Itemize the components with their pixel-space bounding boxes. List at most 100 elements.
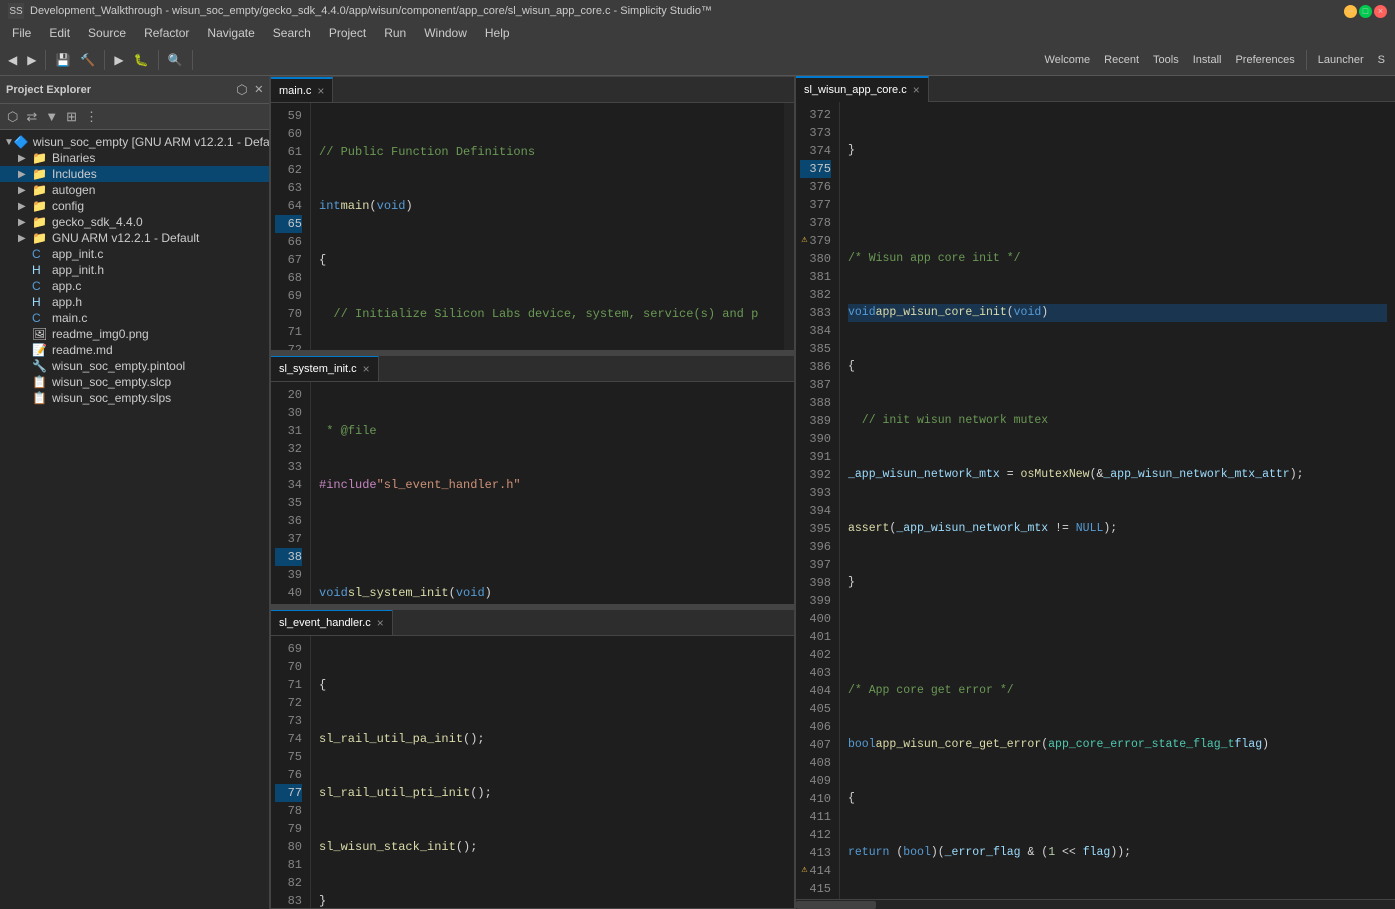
menu-refactor[interactable]: Refactor	[136, 24, 197, 42]
titlebar: SS Development_Walkthrough - wisun_soc_e…	[0, 0, 1395, 22]
right-panel-hscroll-thumb[interactable]	[796, 901, 876, 909]
sl-wisun-app-core-code-lines[interactable]: } /* Wisun app core init */ void app_wis…	[840, 102, 1395, 899]
tree-item-slcp[interactable]: 📋 wisun_soc_empty.slcp	[0, 374, 269, 390]
tree-item-binaries[interactable]: ▶ 📁 Binaries	[0, 150, 269, 166]
file-icon-readme-md: 📝	[32, 343, 48, 357]
toolbar-recent[interactable]: Recent	[1098, 54, 1145, 66]
sl-system-init-code-lines[interactable]: * @file #include "sl_event_handler.h" vo…	[311, 382, 794, 604]
tree-item-app-init-h[interactable]: H app_init.h	[0, 262, 269, 278]
tree-item-readme-md[interactable]: 📝 readme.md	[0, 342, 269, 358]
tab-sl-wisun-app-core[interactable]: sl_wisun_app_core.c ×	[796, 76, 929, 102]
toolbar-preferences[interactable]: Preferences	[1229, 54, 1300, 66]
toolbar-launcher[interactable]: Launcher	[1312, 54, 1370, 66]
tree-item-app-c[interactable]: C app.c	[0, 278, 269, 294]
toolbar-run[interactable]: ▶	[110, 48, 127, 72]
tree-item-config[interactable]: ▶ 📁 config	[0, 198, 269, 214]
toolbar-S[interactable]: S	[1372, 54, 1391, 66]
gnu-icon: 📁	[32, 231, 48, 245]
toolbar-build[interactable]: 🔨	[76, 48, 99, 72]
tab-sl-system-init-close[interactable]: ×	[363, 362, 370, 376]
toolbar-forward[interactable]: ▶	[23, 48, 40, 72]
tree-label-app-init-c: app_init.c	[52, 247, 103, 261]
sl-system-init-content: 2030313233 34353637 38 3940 * @file #inc…	[271, 382, 794, 604]
toolbar-install[interactable]: Install	[1187, 54, 1228, 66]
right-panel-hscroll[interactable]	[796, 899, 1395, 909]
binaries-icon: 📁	[32, 151, 48, 165]
tab-sl-wisun-app-core-close[interactable]: ×	[913, 83, 920, 97]
main-c-line-numbers: 5960616263 6465666768 6970717273	[271, 103, 311, 350]
sidebar-header: Project Explorer ⬡ ✕	[0, 76, 269, 104]
tree-label-main-c: main.c	[52, 311, 87, 325]
menu-source[interactable]: Source	[80, 24, 134, 42]
menu-project[interactable]: Project	[321, 24, 374, 42]
tree-item-pintool[interactable]: 🔧 wisun_soc_empty.pintool	[0, 358, 269, 374]
toolbar-separator-4	[192, 50, 193, 70]
tree-item-main-c[interactable]: C main.c	[0, 310, 269, 326]
sidebar-tree: ▼ 🔷 wisun_soc_empty [GNU ARM v12.2.1 - D…	[0, 130, 269, 909]
autogen-icon: 📁	[32, 183, 48, 197]
tree-arrow-gecko: ▶	[18, 217, 32, 228]
tree-item-gecko-sdk[interactable]: ▶ 📁 gecko_sdk_4.4.0	[0, 214, 269, 230]
menu-edit[interactable]: Edit	[41, 24, 78, 42]
tree-item-app-init-c[interactable]: C app_init.c	[0, 246, 269, 262]
title-icon: SS	[8, 3, 24, 19]
toolbar-separator-5	[1306, 50, 1307, 70]
toolbar-tools[interactable]: Tools	[1147, 54, 1185, 66]
tab-sl-system-init[interactable]: sl_system_init.c ×	[271, 356, 379, 382]
close-button[interactable]: ×	[1374, 5, 1387, 18]
menu-run[interactable]: Run	[376, 24, 414, 42]
main-c-content: 5960616263 6465666768 6970717273 // Publ…	[271, 103, 794, 350]
filter-button[interactable]: ▼	[42, 108, 61, 125]
tree-item-root[interactable]: ▼ 🔷 wisun_soc_empty [GNU ARM v12.2.1 - D…	[0, 134, 269, 150]
file-icon-slps: 📋	[32, 391, 48, 405]
main-c-code-lines[interactable]: // Public Function Definitions int main(…	[311, 103, 794, 350]
tree-item-autogen[interactable]: ▶ 📁 autogen	[0, 182, 269, 198]
minimize-button[interactable]: −	[1344, 5, 1357, 18]
sl-event-handler-line-numbers: 6970717273 747576 77 787980818283	[271, 636, 311, 908]
sl-event-handler-code-lines[interactable]: { sl_rail_util_pa_init(); sl_rail_util_p…	[311, 636, 794, 908]
sidebar-close[interactable]: ✕	[255, 81, 263, 98]
tree-arrow-gnu: ▶	[18, 233, 32, 244]
sl-event-handler-tab-bar: sl_event_handler.c ×	[271, 610, 794, 636]
tree-arrow: ▼	[4, 137, 14, 148]
tree-label-readme-md: readme.md	[52, 343, 113, 357]
main-c-scrollbar[interactable]	[784, 103, 794, 350]
toolbar-debug[interactable]: 🐛	[130, 48, 153, 72]
sidebar-menu-button[interactable]: ⋮	[82, 108, 101, 126]
tab-sl-event-handler[interactable]: sl_event_handler.c ×	[271, 610, 393, 636]
left-editor-panes: main.c × 5960616263 6465666768 697071727…	[270, 76, 795, 909]
menu-help[interactable]: Help	[477, 24, 518, 42]
link-editor-button[interactable]: ⇄	[23, 108, 40, 126]
tab-main-c[interactable]: main.c ×	[271, 77, 333, 103]
menu-window[interactable]: Window	[416, 24, 475, 42]
tree-label-config: config	[52, 199, 84, 213]
collapse-all-button[interactable]: ⬡	[4, 108, 21, 126]
toolbar-back[interactable]: ◀	[4, 48, 21, 72]
tree-item-slps[interactable]: 📋 wisun_soc_empty.slps	[0, 390, 269, 406]
toolbar-search-global[interactable]: 🔍	[164, 48, 187, 72]
tree-item-readme-img[interactable]: 🖼 readme_img0.png	[0, 326, 269, 342]
file-icon-slcp: 📋	[32, 375, 48, 389]
tree-item-gnu-arm[interactable]: ▶ 📁 GNU ARM v12.2.1 - Default	[0, 230, 269, 246]
maximize-button[interactable]: □	[1359, 5, 1372, 18]
tree-arrow-config: ▶	[18, 201, 32, 212]
tree-label-pintool: wisun_soc_empty.pintool	[52, 359, 185, 373]
sl-wisun-app-core-code[interactable]: 372 373 374 375 376 377 378 ⚠379 380 381…	[796, 102, 1395, 899]
tree-item-includes[interactable]: ▶ 📁 Includes	[0, 166, 269, 182]
sidebar-minimize[interactable]: ⬡	[233, 81, 250, 99]
menu-file[interactable]: File	[4, 24, 39, 42]
tree-label-gecko: gecko_sdk_4.4.0	[52, 215, 143, 229]
tab-sl-event-handler-close[interactable]: ×	[377, 616, 384, 630]
toolbar-separator-1	[45, 50, 46, 70]
menu-search[interactable]: Search	[265, 24, 319, 42]
sidebar-title: Project Explorer	[6, 84, 91, 96]
file-icon-app-init-c: C	[32, 247, 48, 261]
new-file-button[interactable]: ⊞	[63, 108, 80, 126]
toolbar-save[interactable]: 💾	[51, 48, 74, 72]
tree-item-app-h[interactable]: H app.h	[0, 294, 269, 310]
tab-main-c-close[interactable]: ×	[317, 84, 324, 98]
menu-navigate[interactable]: Navigate	[199, 24, 262, 42]
title-text: Development_Walkthrough - wisun_soc_empt…	[30, 5, 1344, 17]
toolbar-welcome[interactable]: Welcome	[1039, 54, 1097, 66]
main-c-tab-bar: main.c ×	[271, 77, 794, 103]
